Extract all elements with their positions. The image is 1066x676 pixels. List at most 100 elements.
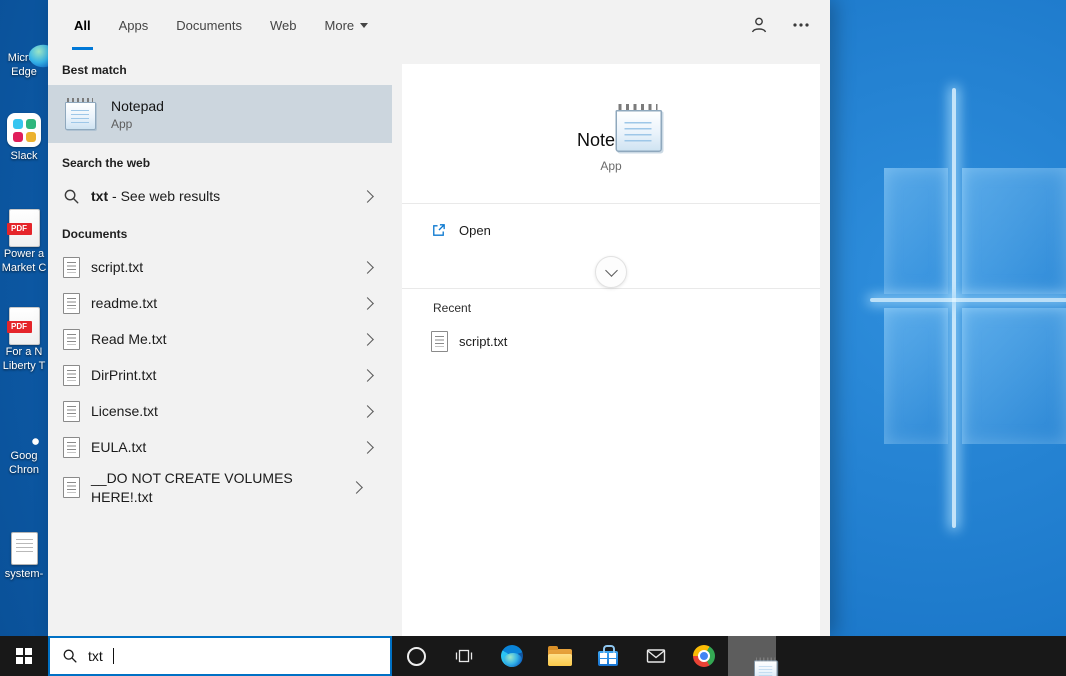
desktop-icon-system-file[interactable]: system- bbox=[0, 528, 48, 582]
section-label-documents: Documents bbox=[62, 227, 128, 241]
file-icon bbox=[10, 531, 38, 565]
microsoft-store-icon bbox=[598, 645, 618, 666]
document-title: EULA.txt bbox=[91, 438, 147, 455]
text-file-icon bbox=[63, 364, 80, 386]
section-label-best-match: Best match bbox=[62, 63, 127, 77]
taskbar-notepad-button[interactable] bbox=[728, 636, 778, 676]
document-result[interactable]: EULA.txt bbox=[48, 429, 392, 465]
expand-chevron-icon[interactable] bbox=[361, 368, 374, 382]
desktop-icon-pdf-1[interactable]: PDF Power a Market C bbox=[0, 208, 48, 276]
expand-chevron-icon[interactable] bbox=[361, 404, 374, 418]
taskbar: txt bbox=[0, 636, 1066, 676]
document-title: readme.txt bbox=[91, 294, 158, 311]
text-file-icon bbox=[63, 328, 80, 350]
taskbar-search-value: txt bbox=[88, 648, 103, 664]
search-filter-tabs: All Apps Documents Web More bbox=[48, 0, 830, 50]
tab-documents[interactable]: Documents bbox=[174, 0, 244, 50]
text-file-icon bbox=[431, 331, 448, 352]
desktop-icon-slack[interactable]: Slack bbox=[0, 110, 48, 164]
ellipsis-icon bbox=[793, 23, 809, 27]
cortana-icon bbox=[406, 646, 426, 666]
task-view-icon bbox=[455, 649, 473, 663]
cortana-button[interactable] bbox=[392, 636, 440, 676]
recent-section-label: Recent bbox=[433, 301, 472, 315]
text-file-icon bbox=[63, 436, 80, 458]
recent-item-title: script.txt bbox=[459, 334, 508, 349]
taskbar-store-button[interactable] bbox=[584, 636, 632, 676]
desktop-icon-edge[interactable]: Micros Edge bbox=[0, 12, 48, 80]
desktop-icon-pdf-2[interactable]: PDF For a N Liberty T bbox=[0, 306, 48, 374]
file-explorer-icon bbox=[548, 646, 572, 666]
desktop-icon-label: For a N Liberty T bbox=[2, 346, 46, 372]
web-search-text: txt - See web results bbox=[91, 187, 221, 204]
preview-pane: Notepad App Open Recent script.txt bbox=[402, 64, 820, 636]
document-result[interactable]: readme.txt bbox=[48, 285, 392, 321]
task-view-button[interactable] bbox=[440, 636, 488, 676]
tab-web[interactable]: Web bbox=[268, 0, 299, 50]
search-icon bbox=[64, 189, 79, 203]
taskbar-file-explorer-button[interactable] bbox=[536, 636, 584, 676]
start-button[interactable] bbox=[0, 636, 48, 676]
document-result[interactable]: script.txt bbox=[48, 249, 392, 285]
tab-more[interactable]: More bbox=[323, 0, 371, 50]
person-icon bbox=[751, 17, 767, 33]
document-result[interactable]: DirPrint.txt bbox=[48, 357, 392, 393]
recent-item[interactable]: script.txt bbox=[402, 331, 820, 352]
search-icon bbox=[63, 649, 77, 663]
taskbar-search-input[interactable]: txt bbox=[48, 636, 392, 676]
document-result[interactable]: Read Me.txt bbox=[48, 321, 392, 357]
document-title: DirPrint.txt bbox=[91, 366, 157, 383]
best-match-result-notepad[interactable]: Notepad App bbox=[48, 85, 392, 143]
desktop-icon-label: Power a Market C bbox=[1, 248, 47, 274]
taskbar-edge-button[interactable] bbox=[488, 636, 536, 676]
document-result[interactable]: __DO NOT CREATE VOLUMES HERE!.txt bbox=[48, 465, 392, 511]
pdf-icon: PDF bbox=[6, 209, 40, 247]
expand-chevron-icon[interactable] bbox=[350, 481, 363, 495]
document-result[interactable]: License.txt bbox=[48, 393, 392, 429]
document-title: License.txt bbox=[91, 402, 158, 419]
pdf-icon: PDF bbox=[6, 307, 40, 345]
desktop-icon-label: Slack bbox=[10, 150, 38, 162]
edge-icon bbox=[501, 645, 523, 667]
tab-apps[interactable]: Apps bbox=[117, 0, 151, 50]
search-results-list: Best match Notepad App Search the web tx… bbox=[48, 50, 392, 636]
expand-chevron-icon[interactable] bbox=[361, 332, 374, 346]
notepad-icon bbox=[62, 96, 98, 132]
logo-light-beam-horizontal bbox=[870, 298, 1066, 302]
slack-icon bbox=[7, 113, 41, 147]
text-file-icon bbox=[63, 400, 80, 422]
desktop-icon-chrome[interactable]: Goog Chron bbox=[0, 410, 48, 478]
chevron-down-icon bbox=[360, 22, 369, 28]
chevron-down-icon bbox=[604, 263, 618, 277]
expand-actions-button[interactable] bbox=[595, 256, 627, 288]
more-options-button[interactable] bbox=[784, 8, 818, 42]
expand-chevron-icon[interactable] bbox=[361, 296, 374, 310]
result-title: Notepad bbox=[111, 97, 164, 114]
logo-light-beam-vertical bbox=[952, 88, 956, 528]
tab-all[interactable]: All bbox=[72, 0, 93, 50]
web-search-result[interactable]: txt - See web results bbox=[48, 178, 392, 214]
desktop-icon-label: system- bbox=[4, 568, 44, 580]
result-subtitle: App bbox=[111, 116, 133, 131]
expand-chevron-icon[interactable] bbox=[361, 440, 374, 454]
document-title: script.txt bbox=[91, 258, 144, 275]
windows-logo bbox=[870, 88, 1066, 528]
expand-chevron-icon[interactable] bbox=[361, 260, 374, 274]
desktop: Micros Edge Slack PDF Power a Market C PDF… bbox=[0, 0, 1066, 676]
document-title: __DO NOT CREATE VOLUMES HERE!.txt bbox=[91, 470, 293, 505]
text-file-icon bbox=[63, 477, 80, 499]
open-action[interactable]: Open bbox=[402, 204, 820, 256]
text-caret bbox=[112, 648, 114, 664]
chrome-icon bbox=[693, 645, 715, 667]
expand-chevron-icon[interactable] bbox=[361, 189, 374, 203]
open-external-icon bbox=[433, 223, 445, 236]
open-label: Open bbox=[459, 222, 491, 238]
search-panel: All Apps Documents Web More Best match N… bbox=[48, 0, 830, 636]
preview-app-subtitle: App bbox=[600, 159, 622, 173]
windows-start-icon bbox=[16, 648, 32, 664]
preview-app-title: Notepad bbox=[576, 130, 646, 150]
text-file-icon bbox=[63, 256, 80, 278]
taskbar-chrome-button[interactable] bbox=[680, 636, 728, 676]
signin-button[interactable] bbox=[742, 8, 776, 42]
taskbar-mail-button[interactable] bbox=[632, 636, 680, 676]
